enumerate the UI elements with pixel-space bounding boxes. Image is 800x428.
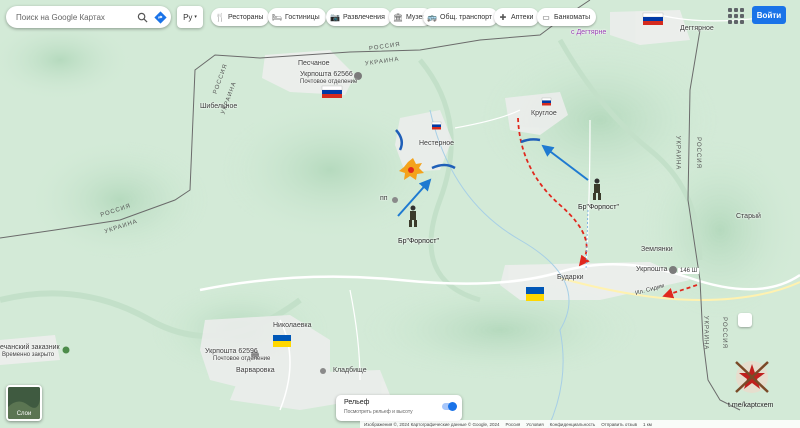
russia-flag-icon <box>431 121 442 130</box>
place-label: Временно закрыто <box>2 352 55 358</box>
language-value: Ру <box>183 12 193 22</box>
place-label: Землянки <box>641 246 673 253</box>
signin-button[interactable]: Войти <box>752 6 786 24</box>
layers-button[interactable]: Слои <box>6 385 42 421</box>
terrain-map[interactable] <box>0 0 800 428</box>
chip-label: Общ. транспорт <box>440 13 493 21</box>
chip-label: Развлечения <box>343 13 385 21</box>
place-label: Старый <box>736 213 761 220</box>
museum-icon: 🏛 <box>392 12 404 22</box>
relief-title: Рельеф <box>344 399 370 406</box>
place-label: ечанский заказник <box>0 344 60 351</box>
scale-bar: 1 км <box>643 421 652 427</box>
relief-card[interactable]: Рельеф Посмотреть рельеф и высоту <box>336 395 462 421</box>
border-label: УКРАИНА <box>702 315 709 351</box>
place-label: Укрпошта 62596 <box>205 348 258 355</box>
chip-atms[interactable]: ▭ Банкоматы <box>537 8 597 26</box>
channel-logo-icon <box>735 361 769 393</box>
place-label: Шибельное <box>200 103 238 110</box>
border-label: РОССИЯ <box>694 137 701 169</box>
bus-icon: 🚌 <box>427 12 437 22</box>
place-label: Круглое <box>531 110 557 117</box>
chip-label: Банкоматы <box>554 13 591 21</box>
place-label: Варваровка <box>236 367 275 374</box>
chip-label: Гостиницы <box>285 13 320 21</box>
footer-link[interactable]: Конфиденциальность <box>550 422 596 427</box>
zoom-control[interactable] <box>738 313 752 327</box>
chip-transit[interactable]: 🚌 Общ. транспорт <box>423 8 499 26</box>
directions-icon[interactable] <box>153 10 167 24</box>
camera-icon: 📷 <box>330 12 340 22</box>
russia-flag-icon <box>541 97 552 106</box>
search-icon[interactable] <box>135 10 149 24</box>
ukraine-flag-icon <box>526 287 544 301</box>
chevron-down-icon: ▾ <box>194 14 197 20</box>
relief-toggle[interactable] <box>442 402 457 411</box>
road-label: 146 Ш <box>678 268 700 274</box>
unit-label: Бр"Форпост" <box>578 204 619 211</box>
place-label: Почтовое отделение <box>300 79 358 85</box>
bed-icon: 🛏 <box>271 12 283 22</box>
channel-credit: t.me/kaptcxem <box>728 402 774 409</box>
footer-link[interactable]: Россия <box>506 422 521 427</box>
top-bar: Поиск на Google Картах Ру ▾ 🍴 Рестораны 🛏 Г… <box>0 0 800 34</box>
place-label: Почтовое отделение <box>213 356 271 362</box>
copyright-text: Изображения ©, 2024 Картографические дан… <box>364 421 500 427</box>
place-label: Бударки <box>557 274 584 281</box>
place-pin-icon <box>392 197 398 203</box>
place-label: Песчаное <box>298 60 330 67</box>
search-input[interactable]: Поиск на Google Картах <box>16 13 135 22</box>
footer-link[interactable]: Отправить отзыв <box>601 422 637 427</box>
fork-knife-icon: 🍴 <box>215 12 225 22</box>
place-label: Николаевка <box>273 322 312 329</box>
pharmacy-icon: ✚ <box>499 12 507 22</box>
place-label: Кладбище <box>333 367 367 374</box>
language-select[interactable]: Ру ▾ <box>177 6 203 28</box>
chip-entertainment[interactable]: 📷 Развлечения <box>326 8 391 26</box>
place-pin-icon <box>62 346 70 354</box>
place-label: пп <box>380 195 388 202</box>
post-office-icon <box>669 266 677 274</box>
chip-label: Аптеки <box>511 13 534 21</box>
place-pin-icon <box>320 368 326 374</box>
ukraine-flag-icon <box>273 335 291 347</box>
russia-flag-icon <box>321 85 343 98</box>
map-footer: Изображения ©, 2024 Картографические дан… <box>360 420 800 428</box>
place-label: Нестерное <box>419 140 455 147</box>
chip-restaurants[interactable]: 🍴 Рестораны <box>211 8 270 26</box>
chip-pharmacies[interactable]: ✚ Аптеки <box>494 8 540 26</box>
card-icon: ▭ <box>542 12 550 22</box>
chip-hotels[interactable]: 🛏 Гостиницы <box>268 8 326 26</box>
apps-grid-icon[interactable] <box>728 8 744 24</box>
layers-label: Слои <box>16 411 32 417</box>
unit-label: Бр"Форпост" <box>398 238 439 245</box>
border-label: РОССИЯ <box>720 317 727 349</box>
footer-link[interactable]: Условия <box>526 422 543 427</box>
chip-label: Рестораны <box>228 13 264 21</box>
place-label: Укрпошта 62566 <box>300 71 353 78</box>
place-label: Укрпошта <box>636 266 668 273</box>
border-label: УКРАИНА <box>674 135 681 171</box>
search-box[interactable]: Поиск на Google Картах <box>6 6 171 28</box>
relief-subtitle: Посмотреть рельеф и высоту <box>344 409 413 415</box>
